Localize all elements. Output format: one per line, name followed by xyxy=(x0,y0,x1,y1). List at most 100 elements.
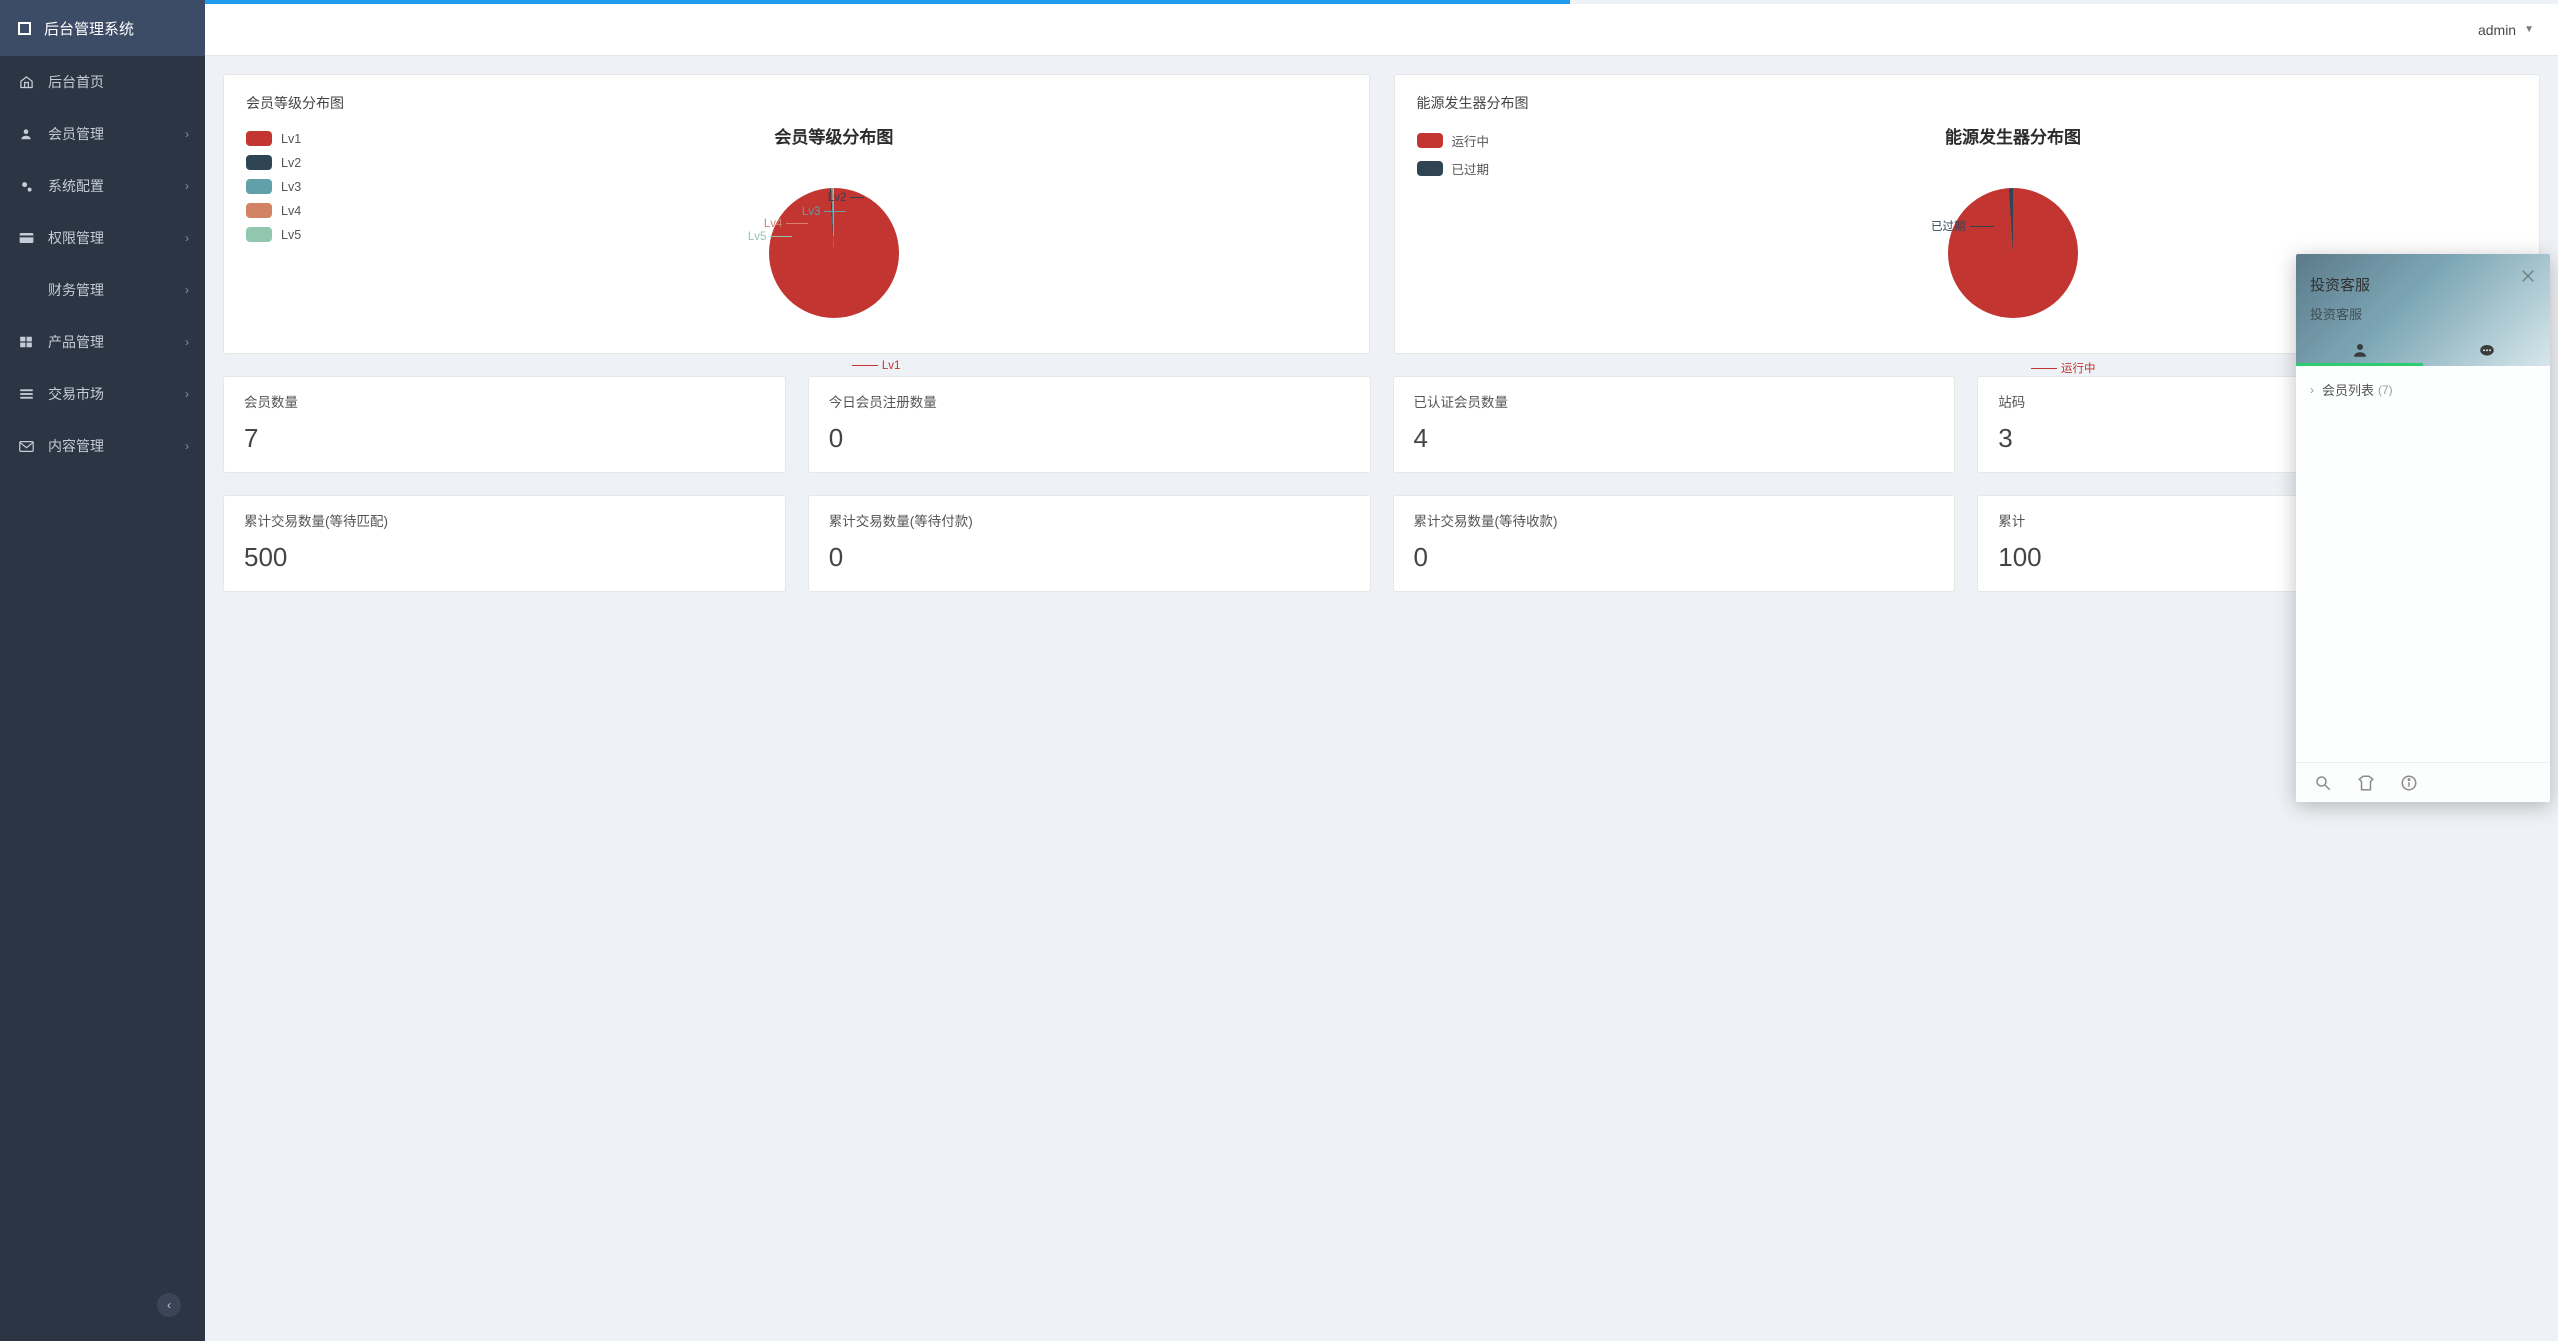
app-title: 后台管理系统 xyxy=(44,18,134,39)
chat-search-button[interactable] xyxy=(2314,774,2332,792)
stat-label: 累计交易数量(等待匹配) xyxy=(244,510,765,530)
stat-value: 4 xyxy=(1414,423,1935,454)
stat-label: 累计交易数量(等待付款) xyxy=(829,510,1350,530)
sidebar-item-members[interactable]: 会员管理 › xyxy=(0,108,205,160)
chat-group-label: 会员列表 xyxy=(2322,380,2374,399)
chat-skin-button[interactable] xyxy=(2356,774,2376,792)
chevron-right-icon: › xyxy=(185,283,189,297)
chart-stage: 会员等级分布图 Lv2 Lv3 Lv4 Lv5 Lv1 xyxy=(321,123,1346,318)
legend-label: Lv5 xyxy=(281,228,301,242)
pie-callout: 运行中 xyxy=(2031,360,2096,376)
stat-value: 0 xyxy=(1414,542,1935,573)
stat-card: 今日会员注册数量 0 xyxy=(808,376,1371,473)
legend-item[interactable]: Lv2 xyxy=(246,155,301,170)
legend-swatch xyxy=(1417,161,1443,176)
chart-title: 能源发生器分布图 xyxy=(1509,123,2517,148)
legend-swatch xyxy=(246,203,272,218)
chevron-right-icon: › xyxy=(185,439,189,453)
gears-icon xyxy=(18,178,34,194)
pie-callout: Lv2 xyxy=(828,192,865,204)
chart-legend: 运行中 已过期 xyxy=(1417,123,1490,318)
chevron-right-icon: › xyxy=(2310,383,2314,397)
legend-item[interactable]: Lv3 xyxy=(246,179,301,194)
legend-swatch xyxy=(246,155,272,170)
stat-value: 7 xyxy=(244,423,765,454)
stat-label: 今日会员注册数量 xyxy=(829,391,1350,411)
chart-title: 会员等级分布图 xyxy=(321,123,1346,148)
main-area: admin ▼ 会员等级分布图 Lv1 Lv2 Lv3 Lv4 Lv5 会员等级… xyxy=(205,0,2558,1341)
stat-label: 累计交易数量(等待收款) xyxy=(1414,510,1935,530)
sidebar-item-label: 权限管理 xyxy=(48,228,104,248)
chevron-right-icon: › xyxy=(185,387,189,401)
legend-swatch xyxy=(1417,133,1443,148)
stat-grid: 会员数量7今日会员注册数量0已认证会员数量4站码3累计交易数量(等待匹配)500… xyxy=(223,376,2540,592)
chat-tabs xyxy=(2296,336,2550,366)
legend-item[interactable]: Lv1 xyxy=(246,131,301,146)
sidebar-item-content[interactable]: 内容管理 › xyxy=(0,420,205,472)
chat-title: 投资客服 xyxy=(2310,274,2370,295)
pie-callout: Lv5 xyxy=(748,231,793,243)
sidebar-item-product[interactable]: 产品管理 › xyxy=(0,316,205,368)
stat-label: 会员数量 xyxy=(244,391,765,411)
legend-item[interactable]: 已过期 xyxy=(1417,159,1490,178)
legend-label: Lv4 xyxy=(281,204,301,218)
legend-label: 运行中 xyxy=(1452,131,1490,150)
sidebar-item-market[interactable]: 交易市场 › xyxy=(0,368,205,420)
sidebar-item-finance[interactable]: 财务管理 › xyxy=(0,264,205,316)
sidebar-item-perm[interactable]: 权限管理 › xyxy=(0,212,205,264)
chat-group-members[interactable]: › 会员列表 (7) xyxy=(2296,366,2550,413)
pie-callout: 已过期 xyxy=(1931,218,1994,234)
sidebar-item-home[interactable]: 后台首页 xyxy=(0,56,205,108)
chat-header: 投资客服 投资客服 xyxy=(2296,254,2550,366)
chat-tab-contacts[interactable] xyxy=(2296,336,2423,366)
stat-card: 累计交易数量(等待匹配)500 xyxy=(223,495,786,592)
sidebar-item-label: 系统配置 xyxy=(48,176,104,196)
chat-tab-messages[interactable] xyxy=(2423,336,2550,366)
user-name: admin xyxy=(2478,22,2516,38)
caret-down-icon: ▼ xyxy=(2524,24,2534,35)
stat-card: 累计交易数量(等待收款) 0 xyxy=(1393,495,1956,592)
chat-footer xyxy=(2296,762,2550,802)
legend-swatch xyxy=(246,179,272,194)
chevron-right-icon: › xyxy=(185,127,189,141)
panel-title: 能源发生器分布图 xyxy=(1417,93,2518,113)
legend-label: Lv1 xyxy=(281,132,301,146)
user-menu[interactable]: admin ▼ xyxy=(2478,22,2534,38)
sidebar-collapse-button[interactable]: ‹ xyxy=(157,1293,181,1317)
sidebar-item-system[interactable]: 系统配置 › xyxy=(0,160,205,212)
legend-swatch xyxy=(246,131,272,146)
legend-label: Lv2 xyxy=(281,156,301,170)
card-icon xyxy=(18,230,34,246)
pie-callout: Lv1 xyxy=(852,360,901,372)
sidebar-item-label: 会员管理 xyxy=(48,124,104,144)
chevron-right-icon: › xyxy=(185,335,189,349)
stat-label: 已认证会员数量 xyxy=(1414,391,1935,411)
legend-item[interactable]: 运行中 xyxy=(1417,131,1490,150)
legend-item[interactable]: Lv4 xyxy=(246,203,301,218)
chart-card-member-level: 会员等级分布图 Lv1 Lv2 Lv3 Lv4 Lv5 会员等级分布图 xyxy=(223,74,1370,354)
blank-icon xyxy=(18,282,34,298)
chat-panel: 投资客服 投资客服 › 会员列表 (7) xyxy=(2296,254,2550,802)
legend-swatch xyxy=(246,227,272,242)
stat-card: 累计交易数量(等待付款)0 xyxy=(808,495,1371,592)
chevron-right-icon: › xyxy=(185,231,189,245)
chat-info-button[interactable] xyxy=(2400,774,2418,792)
stat-value: 0 xyxy=(829,423,1350,454)
home-icon xyxy=(18,74,34,90)
stat-card: 已认证会员数量 4 xyxy=(1393,376,1956,473)
sidebar-item-label: 后台首页 xyxy=(48,72,104,92)
chat-close-button[interactable] xyxy=(2520,268,2538,286)
sidebar-item-label: 交易市场 xyxy=(48,384,104,404)
sidebar-item-label: 财务管理 xyxy=(48,280,104,300)
content: 会员等级分布图 Lv1 Lv2 Lv3 Lv4 Lv5 会员等级分布图 xyxy=(205,56,2558,1341)
app-logo-icon xyxy=(18,22,31,35)
stat-card: 会员数量 7 xyxy=(223,376,786,473)
legend-label: 已过期 xyxy=(1452,159,1490,178)
pie-callout: Lv4 xyxy=(764,218,809,230)
sidebar-header: 后台管理系统 xyxy=(0,0,205,56)
envelope-icon xyxy=(18,438,34,454)
legend-item[interactable]: Lv5 xyxy=(246,227,301,242)
panel-title: 会员等级分布图 xyxy=(246,93,1347,113)
list-icon xyxy=(18,386,34,402)
sidebar-item-label: 内容管理 xyxy=(48,436,104,456)
